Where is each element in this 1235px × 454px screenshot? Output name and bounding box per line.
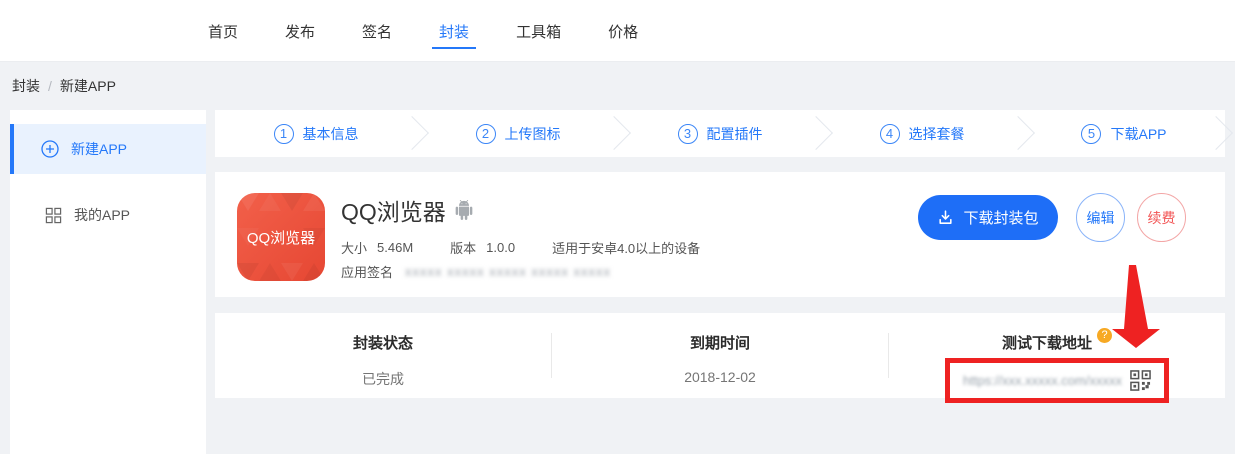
test-download-column: 测试下载地址 ? https://xxx.xxxxx.com/xxxxx: [889, 313, 1225, 398]
status-card: 封装状态 已完成 到期时间 2018-12-02 测试下载地址 ? https:…: [215, 313, 1225, 398]
version-label: 版本: [450, 238, 476, 257]
version-value: 1.0.0: [486, 240, 515, 255]
signature-value-obscured: xxxxx xxxxx xxxxx xxxxx xxxxx: [405, 264, 611, 279]
qr-code-icon[interactable]: [1130, 370, 1151, 391]
signature-label: 应用签名: [341, 262, 393, 281]
breadcrumb-section[interactable]: 封装: [12, 76, 40, 96]
app-name: QQ浏览器: [341, 193, 446, 227]
step-label: 配置插件: [707, 124, 763, 144]
package-status-label: 封装状态: [215, 332, 551, 353]
nav-item-price[interactable]: 价格: [608, 0, 638, 62]
app-summary-card: QQ浏览器 QQ浏览器 大小 5.46M 版本 1.0.0 适用于安卓4.0以上…: [215, 172, 1225, 297]
download-button-label: 下载封装包: [963, 207, 1038, 228]
app-meta-row: 大小 5.46M 版本 1.0.0 适用于安卓4.0以上的设备: [341, 238, 700, 257]
nav-item-home[interactable]: 首页: [208, 0, 238, 62]
package-status-value: 已完成: [215, 369, 551, 389]
grid-icon: [45, 207, 62, 224]
step-download-app[interactable]: 5 下载APP: [1023, 110, 1225, 157]
package-status-column: 封装状态 已完成: [215, 313, 551, 398]
step-number: 2: [476, 124, 496, 144]
expiry-value: 2018-12-02: [552, 369, 888, 385]
download-icon: [937, 209, 954, 226]
step-choose-plan[interactable]: 4 选择套餐: [821, 110, 1023, 157]
size-value: 5.46M: [377, 240, 413, 255]
app-signature-row: 应用签名 xxxxx xxxxx xxxxx xxxxx xxxxx: [341, 262, 611, 281]
breadcrumb-current: 新建APP: [60, 76, 116, 96]
step-label: 上传图标: [505, 124, 561, 144]
highlight-rectangle: https://xxx.xxxxx.com/xxxxx: [945, 358, 1169, 403]
expiry-column: 到期时间 2018-12-02: [552, 313, 888, 398]
nav-item-package[interactable]: 封装: [439, 0, 469, 62]
step-number: 1: [274, 124, 294, 144]
expiry-label: 到期时间: [552, 332, 888, 353]
top-header: 首页 发布 签名 封装 工具箱 价格: [0, 0, 1235, 62]
app-icon-label: QQ浏览器: [247, 230, 315, 247]
sidebar-item-my-app[interactable]: 我的APP: [10, 194, 206, 236]
step-number: 3: [678, 124, 698, 144]
help-icon[interactable]: ?: [1097, 328, 1112, 343]
edit-button[interactable]: 编辑: [1076, 193, 1125, 242]
download-package-button[interactable]: 下载封装包: [918, 195, 1058, 240]
sidebar: 新建APP 我的APP: [10, 110, 206, 454]
step-label: 下载APP: [1110, 124, 1166, 144]
nav-item-toolbox[interactable]: 工具箱: [516, 0, 561, 62]
sidebar-item-label: 新建APP: [71, 139, 127, 159]
test-download-label: 测试下载地址: [1002, 332, 1092, 353]
step-number: 4: [880, 124, 900, 144]
step-wizard: 1 基本信息 2 上传图标 3 配置插件 4 选择套餐 5 下载APP: [215, 110, 1225, 157]
nav-item-signature[interactable]: 签名: [362, 0, 392, 62]
app-icon: QQ浏览器: [237, 193, 325, 281]
step-label: 基本信息: [303, 124, 359, 144]
step-configure-plugins[interactable]: 3 配置插件: [619, 110, 821, 157]
step-upload-icon[interactable]: 2 上传图标: [417, 110, 619, 157]
main-nav: 首页 发布 签名 封装 工具箱 价格: [208, 0, 638, 62]
step-basic-info[interactable]: 1 基本信息: [215, 110, 417, 157]
size-label: 大小: [341, 238, 367, 257]
android-icon: [454, 200, 474, 220]
sidebar-item-label: 我的APP: [74, 205, 130, 225]
breadcrumb: 封装 / 新建APP: [12, 76, 116, 96]
sidebar-item-new-app[interactable]: 新建APP: [10, 124, 206, 174]
step-number: 5: [1081, 124, 1101, 144]
nav-item-publish[interactable]: 发布: [285, 0, 315, 62]
plus-circle-icon: [41, 140, 59, 158]
breadcrumb-separator: /: [48, 78, 52, 94]
renew-button[interactable]: 续费: [1137, 193, 1186, 242]
step-label: 选择套餐: [909, 124, 965, 144]
test-download-url-obscured[interactable]: https://xxx.xxxxx.com/xxxxx: [963, 373, 1122, 388]
compat-text: 适用于安卓4.0以上的设备: [552, 238, 700, 257]
